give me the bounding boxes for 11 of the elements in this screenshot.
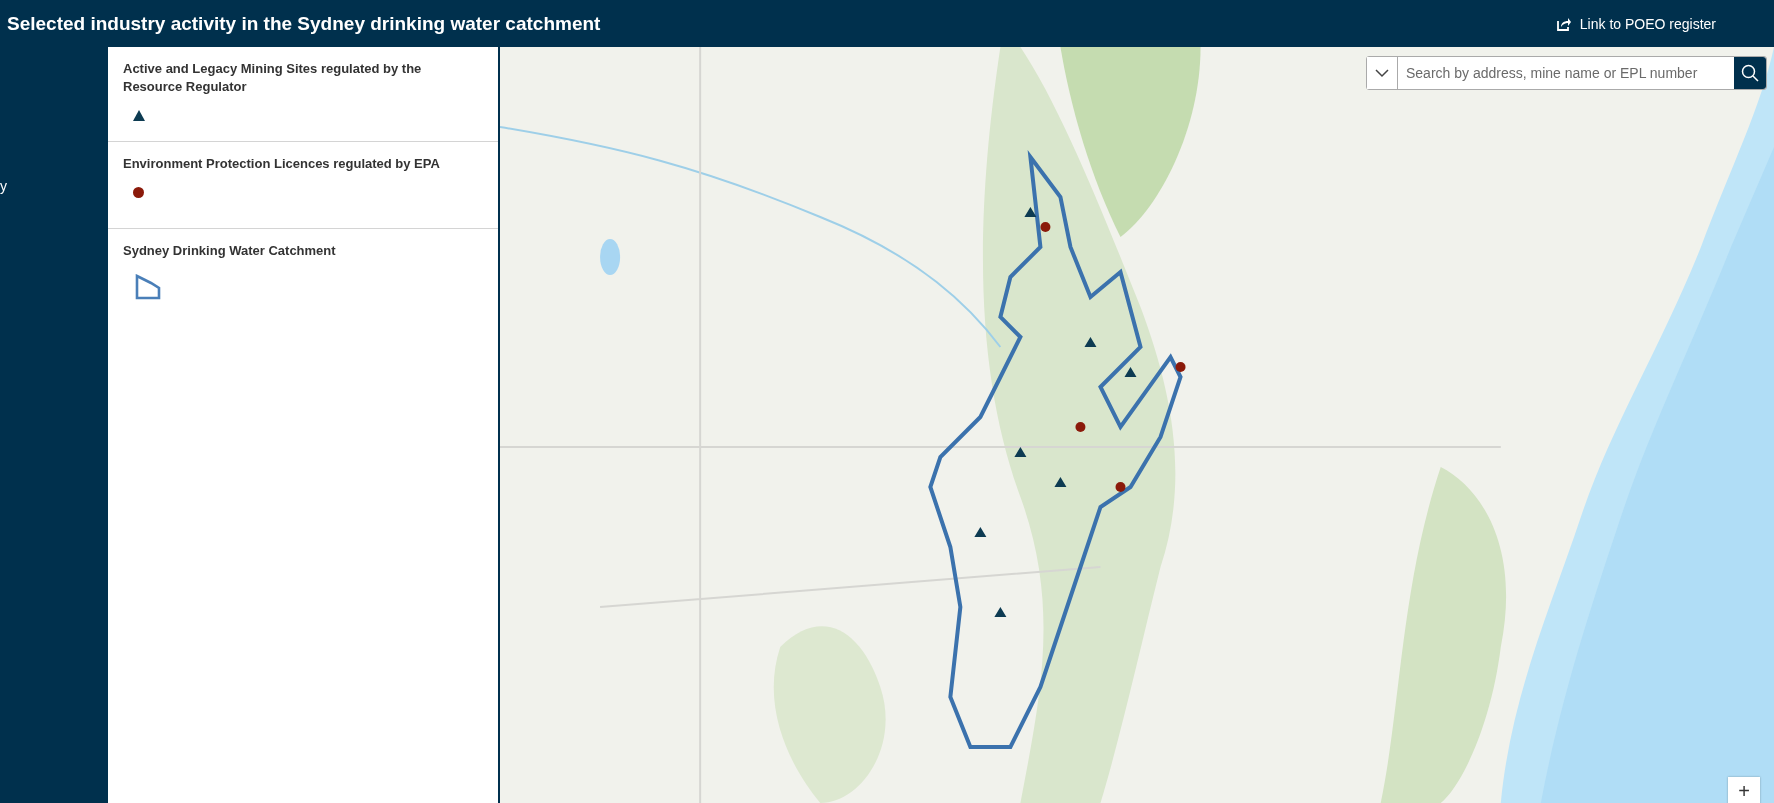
search-button[interactable] xyxy=(1734,57,1766,89)
zoom-in-button[interactable]: + xyxy=(1728,777,1760,803)
poeo-register-link[interactable]: Link to POEO register xyxy=(1555,15,1716,32)
panel-text: y xyxy=(0,178,7,194)
dropdown-button[interactable] xyxy=(1367,57,1398,89)
page-title: Selected industry activity in the Sydney drinking water catchment xyxy=(7,12,601,35)
search-icon xyxy=(1741,64,1759,82)
chevron-down-icon xyxy=(1375,68,1389,78)
legend-label: Active and Legacy Mining Sites regulated by the Resource Regulator xyxy=(123,60,423,96)
legend-label: Sydney Drinking Water Catchment xyxy=(123,242,337,260)
legend-label: Environment Protection Licences regulated by EPA xyxy=(123,155,441,173)
